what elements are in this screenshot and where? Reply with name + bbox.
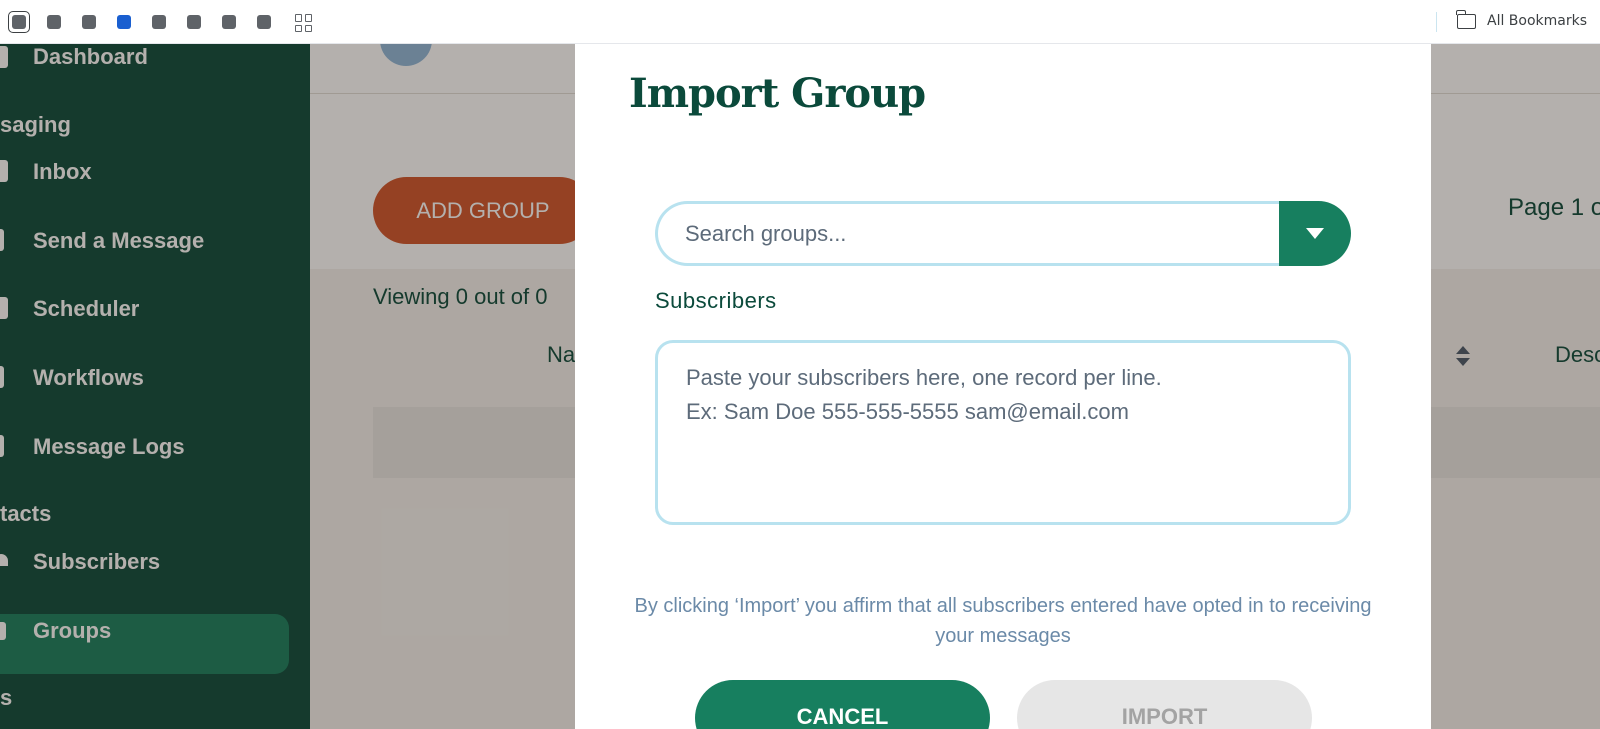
import-group-modal: Import Group Subscribers By clicking ‘Im… bbox=[575, 44, 1431, 729]
import-disclaimer: By clicking ‘Import’ you affirm that all… bbox=[634, 595, 1372, 647]
chevron-down-icon bbox=[1306, 228, 1324, 239]
import-button[interactable]: IMPORT bbox=[1017, 680, 1312, 729]
folder-icon[interactable] bbox=[1456, 10, 1476, 29]
bookmark-6-icon[interactable] bbox=[183, 11, 205, 33]
bookmark-1-icon[interactable] bbox=[8, 11, 30, 33]
modal-title: Import Group bbox=[629, 70, 926, 117]
bookmark-3-icon[interactable] bbox=[78, 11, 100, 33]
bookmark-2-icon[interactable] bbox=[43, 11, 65, 33]
bookmark-5-icon[interactable] bbox=[148, 11, 170, 33]
bookmark-4-icon[interactable] bbox=[113, 11, 135, 33]
group-search bbox=[655, 201, 1351, 266]
bookmark-7-icon[interactable] bbox=[218, 11, 240, 33]
bookmarks-divider bbox=[1436, 12, 1437, 32]
apps-grid-icon[interactable] bbox=[295, 14, 313, 32]
cancel-button[interactable]: CANCEL bbox=[695, 680, 990, 729]
subscribers-textarea[interactable] bbox=[655, 340, 1351, 525]
group-dropdown-button[interactable] bbox=[1279, 201, 1351, 266]
bookmarks-bar: All Bookmarks bbox=[0, 0, 1600, 44]
all-bookmarks-link[interactable]: All Bookmarks bbox=[1487, 13, 1587, 29]
bookmark-8-icon[interactable] bbox=[253, 11, 275, 33]
search-groups-input[interactable] bbox=[655, 201, 1285, 266]
subscribers-label: Subscribers bbox=[655, 288, 777, 313]
